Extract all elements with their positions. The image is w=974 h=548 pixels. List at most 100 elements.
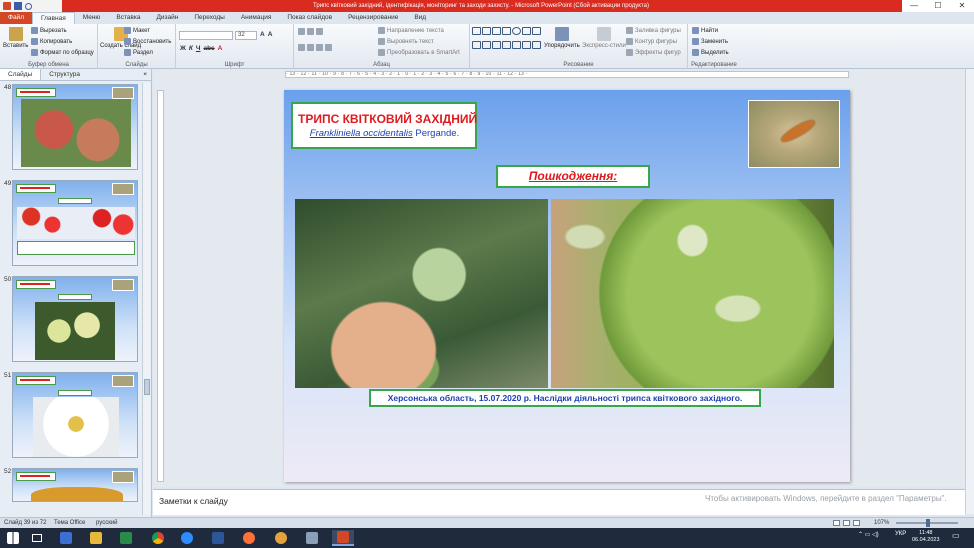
copy-button[interactable]: Копировать bbox=[31, 38, 72, 45]
taskbar-excel[interactable] bbox=[115, 530, 137, 546]
slide-sorter-icon[interactable] bbox=[843, 520, 850, 526]
shapes-gallery[interactable] bbox=[472, 27, 541, 53]
zoom-level[interactable]: 107% bbox=[874, 520, 889, 526]
grow-font-icon[interactable]: A bbox=[260, 31, 265, 38]
save-icon[interactable] bbox=[14, 2, 22, 10]
text-direction-button[interactable]: Направление текста bbox=[378, 27, 444, 34]
arrange-icon bbox=[554, 27, 569, 41]
slide-thumbnail[interactable] bbox=[12, 372, 138, 458]
slide-thumbnail[interactable] bbox=[12, 84, 138, 170]
thrips-photo[interactable] bbox=[748, 100, 840, 168]
tab-home[interactable]: Главная bbox=[31, 12, 75, 24]
thumb-photo bbox=[21, 99, 131, 167]
quick-styles-button[interactable]: Экспресс-стили bbox=[582, 27, 626, 49]
undo-icon[interactable] bbox=[25, 2, 32, 10]
normal-view-icon[interactable] bbox=[833, 520, 840, 526]
taskbar-word[interactable] bbox=[207, 530, 229, 546]
tray-icons[interactable]: ⌃ ▭ ◁) bbox=[858, 531, 879, 538]
tab-file[interactable]: Файл bbox=[0, 12, 32, 24]
maximize-button[interactable]: ☐ bbox=[926, 0, 950, 12]
taskbar-powerpoint[interactable] bbox=[332, 530, 354, 546]
bullets-button[interactable] bbox=[298, 28, 323, 35]
panel-close-icon[interactable]: × bbox=[143, 69, 151, 80]
taskbar-firefox[interactable] bbox=[238, 530, 260, 546]
editor-scrollbar[interactable] bbox=[965, 69, 974, 514]
taskbar-zoom[interactable] bbox=[176, 530, 198, 546]
thumb-title bbox=[16, 280, 56, 289]
zoom-slider-knob[interactable] bbox=[926, 519, 930, 527]
arrange-button[interactable]: Упорядочить bbox=[544, 27, 580, 49]
section-button[interactable]: Раздел bbox=[124, 49, 153, 56]
tab-outline-panel[interactable]: Структура bbox=[41, 69, 88, 80]
tab-slides-panel[interactable]: Слайды bbox=[0, 69, 42, 80]
italic-icon[interactable]: К bbox=[189, 45, 193, 52]
close-button[interactable]: ✕ bbox=[950, 0, 974, 12]
strikethrough-icon[interactable]: abc bbox=[203, 45, 214, 52]
input-language[interactable]: УКР bbox=[895, 531, 906, 537]
paste-icon bbox=[8, 27, 23, 41]
slides-panel-scrollbar[interactable] bbox=[142, 83, 150, 515]
language-indicator[interactable]: русский bbox=[96, 520, 118, 526]
taskbar-app[interactable] bbox=[55, 530, 77, 546]
damage-heading-box[interactable]: Пошкодження: bbox=[496, 165, 650, 188]
tab-slideshow[interactable]: Показ слайдов bbox=[279, 12, 340, 24]
slide-canvas[interactable]: ТРИПС КВІТКОВИЙ ЗАХІДНИЙ Frankliniella o… bbox=[284, 90, 850, 482]
slide-title-box[interactable]: ТРИПС КВІТКОВИЙ ЗАХІДНИЙ Frankliniella o… bbox=[291, 102, 477, 149]
damaged-apple-on-branch-photo[interactable] bbox=[295, 199, 548, 388]
bold-icon[interactable]: Ж bbox=[180, 45, 186, 52]
shape-outline-button[interactable]: Контур фигуры bbox=[626, 38, 677, 45]
slide-number: 48 bbox=[4, 84, 12, 91]
reset-button[interactable]: Восстановить bbox=[124, 38, 171, 45]
taskbar-explorer[interactable] bbox=[85, 530, 107, 546]
align-buttons[interactable] bbox=[298, 44, 332, 51]
underline-icon[interactable]: Ч bbox=[196, 45, 201, 52]
scrollbar-thumb[interactable] bbox=[144, 379, 150, 395]
tab-transitions[interactable]: Переходы bbox=[186, 12, 233, 24]
thumb-photo bbox=[31, 487, 123, 501]
tab-menu[interactable]: Меню bbox=[75, 12, 109, 24]
font-size-combo[interactable]: 32 bbox=[235, 31, 257, 40]
taskbar-app-3[interactable] bbox=[301, 530, 323, 546]
font-color-icon[interactable]: A bbox=[218, 45, 223, 52]
cut-button[interactable]: Вырезать bbox=[31, 27, 67, 34]
zoom-slider[interactable] bbox=[896, 519, 958, 527]
clock-date: 06.04.2023 bbox=[912, 537, 940, 543]
shape-effects-button[interactable]: Эффекты фигур bbox=[626, 49, 681, 56]
layout-button[interactable]: Макет bbox=[124, 27, 150, 34]
start-button[interactable] bbox=[2, 530, 24, 546]
tab-review[interactable]: Рецензирование bbox=[340, 12, 406, 24]
tab-insert[interactable]: Вставка bbox=[108, 12, 148, 24]
photo-caption[interactable]: Херсонська область, 15.07.2020 р. Наслід… bbox=[369, 389, 761, 407]
slide-thumbnail[interactable] bbox=[12, 468, 138, 502]
tab-view[interactable]: Вид bbox=[406, 12, 434, 24]
taskbar-app-2[interactable] bbox=[270, 530, 292, 546]
task-view-button[interactable] bbox=[26, 530, 48, 546]
shrink-font-icon[interactable]: A bbox=[268, 31, 273, 38]
notes-placeholder[interactable]: Заметки к слайду bbox=[159, 496, 228, 506]
smartart-button[interactable]: Преобразовать в SmartArt bbox=[378, 49, 460, 56]
thrips-image bbox=[779, 117, 817, 145]
notes-pane[interactable]: Заметки к слайду Чтобы активировать Wind… bbox=[153, 489, 965, 515]
minimize-button[interactable]: — bbox=[902, 0, 926, 12]
tab-animations[interactable]: Анимация bbox=[233, 12, 280, 24]
reading-view-icon[interactable] bbox=[853, 520, 860, 526]
slide-thumbnail[interactable] bbox=[12, 276, 138, 362]
slide-thumbnail[interactable] bbox=[12, 180, 138, 266]
thumb-image bbox=[112, 375, 134, 387]
clock[interactable]: 11:48 06.04.2023 bbox=[912, 530, 940, 544]
tab-design[interactable]: Дизайн bbox=[148, 12, 186, 24]
activation-watermark: Чтобы активировать Windows, перейдите в … bbox=[705, 494, 947, 503]
windows-logo-icon bbox=[7, 532, 19, 544]
excel-icon bbox=[120, 532, 132, 544]
shape-fill-button[interactable]: Заливка фигуры bbox=[626, 27, 681, 34]
damaged-apple-closeup-photo[interactable] bbox=[551, 199, 834, 388]
align-text-button[interactable]: Выровнять текст bbox=[378, 38, 434, 45]
notifications-icon[interactable]: ▭ bbox=[952, 531, 960, 540]
taskbar-chrome[interactable] bbox=[147, 530, 169, 546]
paste-button[interactable]: Вставить bbox=[3, 27, 28, 49]
replace-button[interactable]: Заменить bbox=[692, 38, 728, 45]
format-painter-button[interactable]: Формат по образцу bbox=[31, 49, 94, 56]
find-button[interactable]: Найти bbox=[692, 27, 718, 34]
font-name-combo[interactable] bbox=[179, 31, 233, 40]
select-button[interactable]: Выделить bbox=[692, 49, 729, 56]
